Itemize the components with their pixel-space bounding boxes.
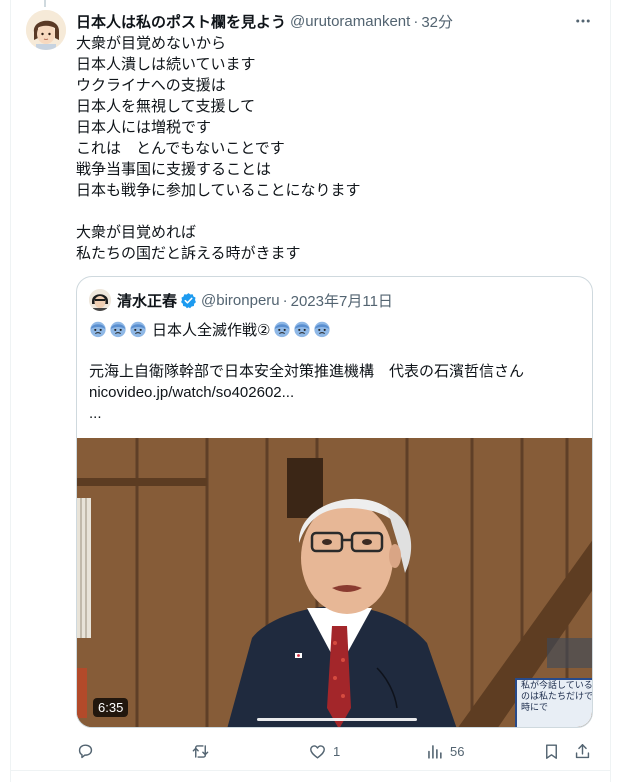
- tweet-text-line: 日本人潰しは続いています: [76, 56, 256, 73]
- avatar-illustration: [26, 10, 66, 50]
- quoted-tweet-text-line: 元海上自衛隊幹部で日本安全対策推進機構 代表の石濱哲信さん: [89, 363, 525, 380]
- cold-sweat-face-emoji-icon: [294, 321, 311, 338]
- cold-sweat-face-emoji-icon: [274, 321, 291, 338]
- quoted-author-avatar[interactable]: [89, 289, 111, 311]
- share-button[interactable]: [573, 739, 592, 763]
- cold-sweat-face-emoji-icon: [314, 321, 331, 338]
- tweet-header: 日本人は私のポスト欄を見よう @urutoramankent · 32分: [76, 11, 596, 31]
- author-handle[interactable]: @urutoramankent: [290, 13, 410, 30]
- bookmark-icon: [546, 743, 557, 759]
- cold-sweat-face-emoji-icon: [90, 321, 106, 338]
- quoted-tweet-body: 元海上自衛隊幹部で日本安全対策推進機構 代表の石濱哲信さん nicovideo.…: [89, 361, 584, 424]
- tweet-divider: [10, 770, 610, 771]
- tweet-text-line: 日本人を無視して支援して: [76, 98, 256, 115]
- verified-badge-icon: [180, 292, 197, 309]
- tweet-text-line: 大衆が目覚めないから: [76, 35, 227, 52]
- video-caption-line: 時にで: [521, 702, 549, 712]
- like-button[interactable]: 1: [308, 739, 340, 763]
- author-display-name[interactable]: 日本人は私のポスト欄を見よう: [76, 11, 286, 32]
- retweet-button[interactable]: [191, 739, 216, 763]
- video-duration: 6:35: [93, 698, 129, 717]
- quoted-author-name[interactable]: 清水正春: [117, 290, 177, 311]
- retweet-icon: [192, 744, 209, 758]
- views-button[interactable]: 56: [425, 739, 464, 763]
- quoted-avatar-illustration: [89, 289, 111, 311]
- header-separator: ·: [413, 12, 419, 30]
- tweet-text-line: 大衆が目覚めれば: [76, 224, 197, 241]
- cold-sweat-face-emoji-icon: [110, 321, 126, 338]
- heart-icon: [310, 744, 325, 759]
- quoted-tweet-title-line: 日本人全滅作戦②: [89, 318, 333, 340]
- views-chart-icon: [428, 744, 442, 759]
- timeline-border-right: [610, 0, 611, 782]
- reply-button[interactable]: [76, 739, 101, 763]
- bookmark-button[interactable]: [542, 739, 561, 763]
- tweet-action-bar: 1 56: [76, 739, 596, 763]
- thread-connector-line: [44, 0, 46, 7]
- video-scrubber[interactable]: [257, 718, 417, 721]
- reply-icon: [78, 743, 93, 758]
- tweet-text-blank-line: [76, 201, 596, 222]
- timeline-border-left: [10, 0, 11, 782]
- quoted-tweet-ellipsis: ...: [89, 405, 102, 422]
- tweet-text-line: 私たちの国だと訴える時がきます: [76, 245, 301, 262]
- tweet-text-line: 日本人には増税です: [76, 119, 212, 136]
- tweet-text-line: 戦争当事国に支援することは: [76, 161, 272, 178]
- cold-sweat-face-emoji-icon: [130, 321, 146, 338]
- tweet-timestamp[interactable]: 32分: [421, 11, 453, 32]
- quoted-header-separator: ·: [282, 291, 288, 309]
- tweet-text-line: これは とんでもないことです: [76, 140, 285, 157]
- author-avatar[interactable]: [26, 10, 66, 50]
- tweet-text-line: ウクライナへの支援は: [76, 77, 226, 94]
- quoted-tweet-title: 日本人全滅作戦②: [152, 321, 271, 339]
- tweet-text: 大衆が目覚めないから 日本人潰しは続いています ウクライナへの支援は 日本人を無…: [76, 33, 596, 264]
- tweet-text-line: 日本も戦争に参加していることになります: [76, 182, 361, 199]
- video-player[interactable]: 6:35 私が今話している のは私たちだけでは 時にで: [77, 438, 593, 727]
- views-count: 56: [450, 743, 465, 759]
- quoted-author-handle[interactable]: @bironperu: [201, 292, 280, 309]
- video-caption-line: のは私たちだけでは: [521, 691, 593, 701]
- quoted-tweet-header: 清水正春 @bironperu · 2023年7月11日: [89, 289, 393, 311]
- video-caption-overlay: 私が今話している のは私たちだけでは 時にで: [515, 678, 593, 727]
- more-icon: [576, 19, 590, 23]
- quoted-tweet-date[interactable]: 2023年7月11日: [291, 290, 393, 311]
- like-count: 1: [333, 743, 341, 759]
- video-caption-line: 私が今話している: [521, 680, 593, 690]
- more-options-button[interactable]: [572, 10, 594, 32]
- quoted-tweet-link[interactable]: nicovideo.jp/watch/so402602...: [89, 382, 584, 403]
- quoted-tweet-card[interactable]: 清水正春 @bironperu · 2023年7月11日 日本人全滅作戦② 元海…: [76, 276, 593, 728]
- share-icon: [575, 743, 590, 758]
